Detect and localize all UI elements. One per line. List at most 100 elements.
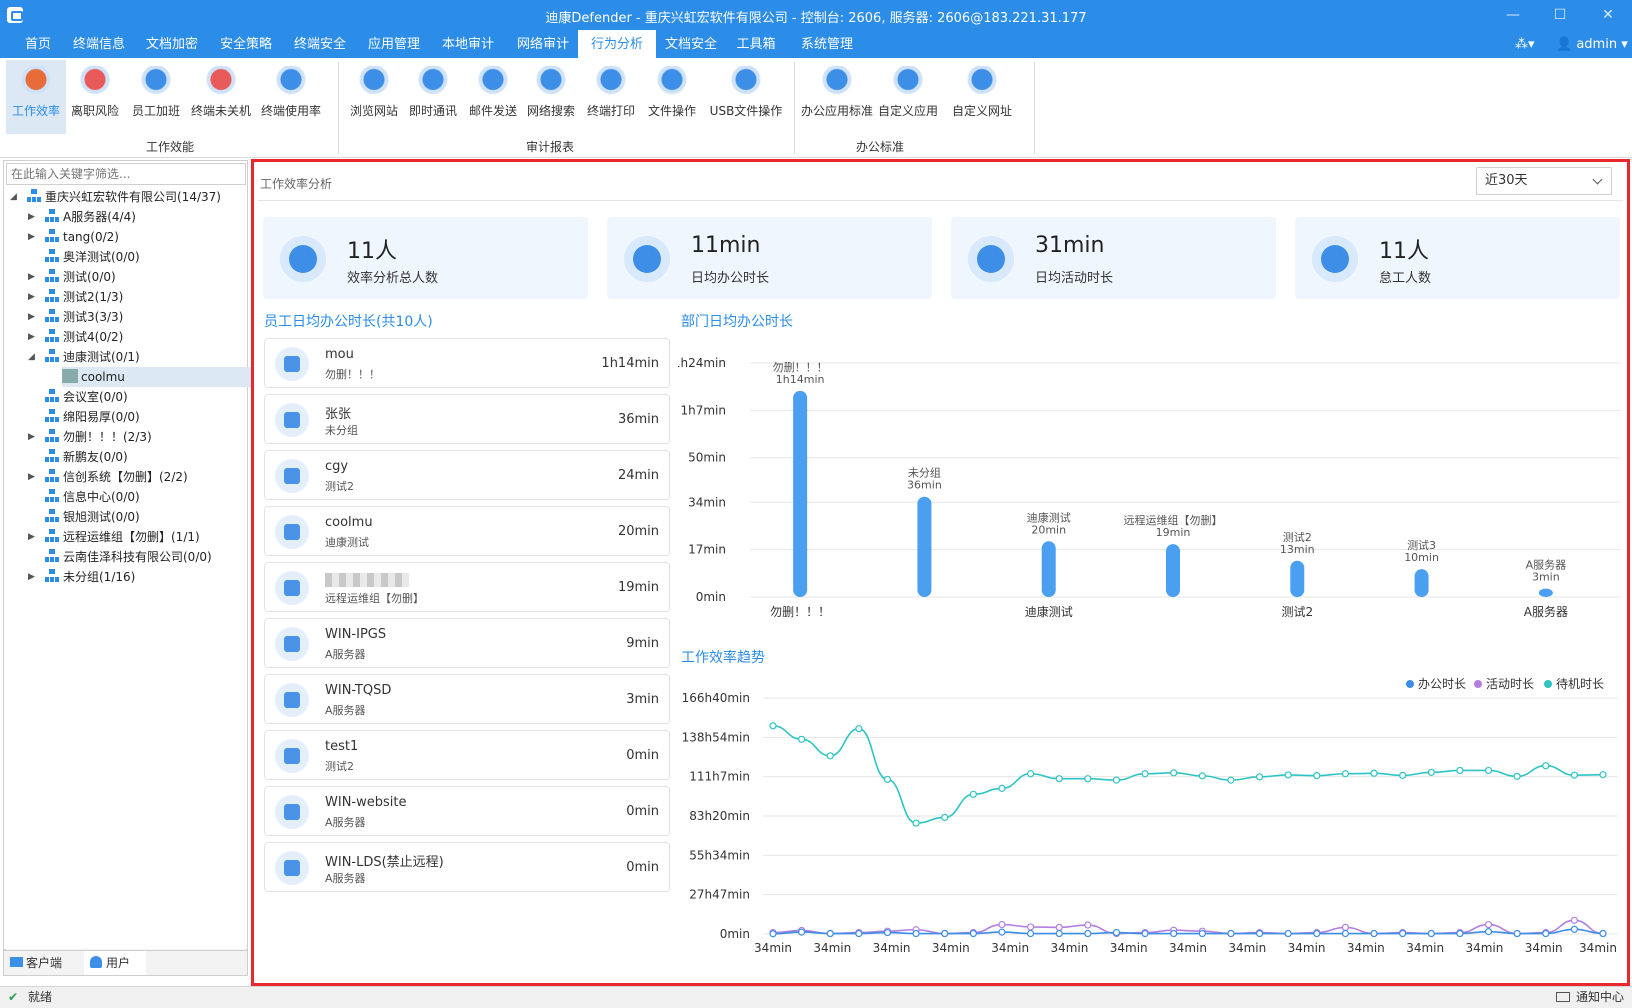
tree-node[interactable]: coolmu	[62, 367, 272, 387]
tree-node[interactable]: ▶ 信创系统【勿删】(2/2)	[28, 467, 188, 487]
menu-tab-10[interactable]: 工具箱	[734, 30, 778, 58]
expand-open-icon[interactable]: ◢	[28, 347, 38, 367]
menu-tab-9[interactable]: 文档安全	[660, 30, 722, 58]
series-point	[769, 722, 777, 730]
tree-node[interactable]: ▶ 远程运维组【勿删】(1/1)	[28, 527, 200, 547]
ribbon-item-0[interactable]: 工作效率	[6, 60, 66, 134]
ribbon-item-9[interactable]: 终端打印	[580, 60, 642, 134]
ribbon-item-14[interactable]: 自定义网址	[946, 60, 1018, 134]
expand-closed-icon[interactable]: ▶	[28, 307, 38, 327]
expand-open-icon[interactable]: ◢	[10, 187, 20, 207]
tree-node[interactable]: ▶ A服务器(4/4)	[28, 207, 136, 227]
employee-row[interactable]: WIN-LDS(禁止远程) A服务器 0min	[264, 842, 670, 892]
tree-node[interactable]: ▶ 测试4(0/2)	[28, 327, 123, 347]
series-point	[826, 752, 834, 760]
tree-filter-input[interactable]	[6, 163, 246, 185]
ribbon-item-3[interactable]: 终端未关机	[188, 60, 254, 134]
close-icon[interactable]: ✕	[1598, 6, 1618, 24]
trend-line-chart: 0min 27h47min 55h34min 83h20min 111h7min 138h…	[682, 676, 1618, 955]
bar-category-label: 远程运维组【勿删】	[1124, 513, 1223, 527]
chevron-down-icon	[1592, 174, 1603, 185]
expand-closed-icon[interactable]: ▶	[28, 467, 38, 487]
expand-closed-icon[interactable]: ▶	[28, 527, 38, 547]
menu-tab-5[interactable]: 应用管理	[363, 30, 425, 58]
ribbon-item-11[interactable]: USB文件操作	[706, 60, 786, 134]
expand-closed-icon[interactable]: ▶	[28, 567, 38, 587]
series-point	[1456, 929, 1464, 938]
bar-value-label: 3min	[1532, 571, 1560, 584]
org-icon	[44, 329, 60, 343]
series-point	[1399, 929, 1407, 938]
employee-row[interactable]: coolmu 迪康测试 20min	[264, 506, 670, 556]
ribbon-item-10[interactable]: 文件操作	[644, 60, 700, 134]
employee-row[interactable]: 远程运维组【勿删】 19min	[264, 562, 670, 612]
employee-row[interactable]: WIN-website A服务器 0min	[264, 786, 670, 836]
tree-node[interactable]: ▶ 测试(0/0)	[28, 267, 116, 287]
menu-tab-11[interactable]: 系统管理	[796, 30, 858, 58]
tree-node[interactable]: 绵阳易厚(0/0)	[44, 407, 140, 427]
expand-closed-icon[interactable]: ▶	[28, 207, 38, 227]
tree-node[interactable]: 信息中心(0/0)	[44, 487, 140, 507]
tree-node[interactable]: 新鹏友(0/0)	[44, 447, 128, 467]
expand-closed-icon[interactable]: ▶	[28, 427, 38, 447]
ribbon-item-5[interactable]: 浏览网站	[344, 60, 404, 134]
menu-tab-6[interactable]: 本地审计	[437, 30, 499, 58]
ribbon-item-7[interactable]: 邮件发送	[464, 60, 522, 134]
tree-node[interactable]: 银旭测试(0/0)	[44, 507, 140, 527]
ribbon-item-2[interactable]: 员工加班	[126, 60, 186, 134]
org-tree-panel: ◢ 重庆兴虹宏软件有限公司(14/37) ▶ A服务器(4/4) ▶ tang(0/2) 奥…	[3, 160, 272, 963]
series-point	[1084, 921, 1092, 929]
employee-duration: 3min	[626, 692, 659, 707]
ribbon-item-6[interactable]: 即时通讯	[404, 60, 462, 134]
user-name: admin	[1576, 37, 1618, 52]
tab-client[interactable]: 客户端	[4, 951, 80, 975]
tree-node[interactable]: ▶ 勿删！！！(2/3)	[28, 427, 152, 447]
menu-tab-3[interactable]: 安全策略	[215, 30, 277, 58]
employee-row[interactable]: test1 测试2 0min	[264, 730, 670, 780]
tree-node[interactable]: 会议室(0/0)	[44, 387, 128, 407]
menu-tab-7[interactable]: 网络审计	[512, 30, 574, 58]
employee-dept: 测试2	[325, 480, 354, 493]
menu-tab-0[interactable]: 首页	[18, 30, 58, 58]
user-menu[interactable]: 👤 admin ▾	[1556, 30, 1628, 60]
menu-tab-8[interactable]: 行为分析	[578, 30, 656, 58]
menu-tab-4[interactable]: 终端安全	[289, 30, 351, 58]
tree-node[interactable]: ▶ 未分组(1/16)	[28, 567, 136, 587]
employee-row[interactable]: WIN-IPGS A服务器 9min	[264, 618, 670, 668]
expand-closed-icon[interactable]: ▶	[28, 287, 38, 307]
ribbon-item-8[interactable]: 网络搜索	[522, 60, 580, 134]
series-point	[769, 930, 777, 938]
series-point	[883, 775, 892, 784]
employee-row[interactable]: mou 勿删！！！ 1h14min	[264, 338, 670, 388]
ribbon-item-4[interactable]: 终端使用率	[258, 60, 324, 134]
employee-row[interactable]: WIN-TQSD A服务器 3min	[264, 674, 670, 724]
network-icon[interactable]: ⁂▾	[1515, 30, 1535, 60]
ribbon-item-1[interactable]: 离职风险	[66, 60, 124, 134]
maximize-icon[interactable]: ☐	[1550, 6, 1570, 24]
ribbon-item-13[interactable]: 自定义应用	[876, 60, 940, 134]
tree-node[interactable]: 奥洋测试(0/0)	[44, 247, 140, 267]
menu-tab-1[interactable]: 终端信息	[68, 30, 130, 58]
ribbon-item-12[interactable]: 办公应用标准	[798, 60, 876, 134]
tree-node[interactable]: ▶ tang(0/2)	[28, 227, 119, 247]
tree-node[interactable]: ◢ 重庆兴虹宏软件有限公司(14/37)	[10, 187, 221, 207]
date-range-select[interactable]: 近30天	[1476, 167, 1612, 195]
notification-center[interactable]: 通知中心	[1576, 987, 1624, 1008]
series-point	[1599, 929, 1607, 938]
tree-node[interactable]: 云南佳泽科技有限公司(0/0)	[44, 547, 212, 567]
expand-closed-icon[interactable]: ▶	[28, 327, 38, 347]
tree-node[interactable]: ▶ 测试2(1/3)	[28, 287, 123, 307]
series-point	[798, 735, 806, 743]
expand-closed-icon[interactable]: ▶	[28, 227, 38, 247]
minimize-icon[interactable]: —	[1503, 6, 1523, 24]
series-point	[1227, 776, 1235, 784]
expand-closed-icon[interactable]: ▶	[28, 267, 38, 287]
tree-node-label: 未分组(1/16)	[63, 570, 136, 584]
menu-tab-2[interactable]: 文档加密	[141, 30, 203, 58]
tab-user[interactable]: 用户	[84, 951, 146, 975]
tree-node[interactable]: ◢ 迪康测试(0/1)	[28, 347, 140, 367]
employee-row[interactable]: cgy 测试2 24min	[264, 450, 670, 500]
series-point	[1370, 769, 1378, 777]
tree-node[interactable]: ▶ 测试3(3/3)	[28, 307, 123, 327]
employee-row[interactable]: 张张 未分组 36min	[264, 394, 670, 444]
